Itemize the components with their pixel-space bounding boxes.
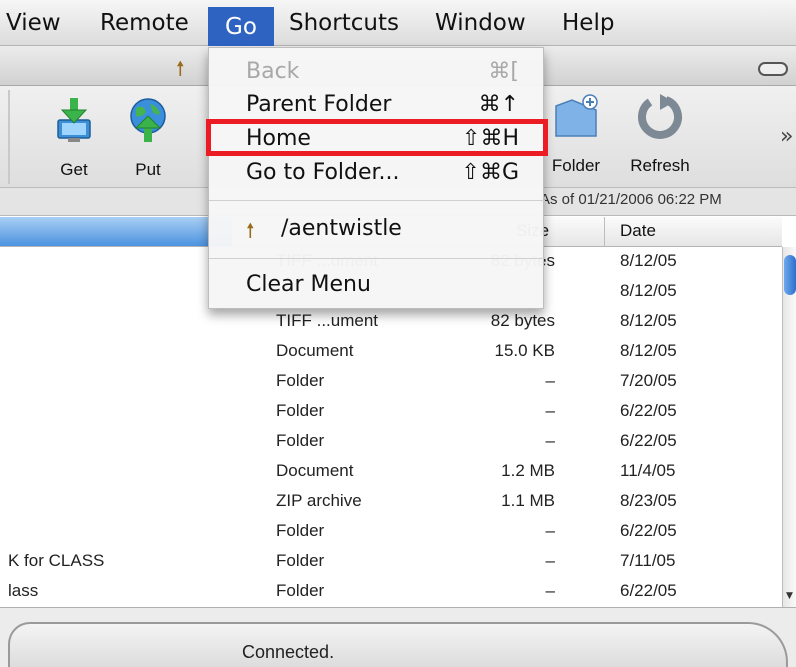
toolbar-group: Get Put — [8, 90, 193, 184]
table-row[interactable]: ZIP archive 1.1 MB 8/23/05 — [0, 487, 782, 517]
table-row[interactable]: Folder – 6/22/05 — [0, 427, 782, 457]
file-kind-cell: Folder — [276, 371, 325, 390]
file-date-cell: 11/4/05 — [620, 461, 676, 480]
table-row[interactable]: Document 1.2 MB 11/4/05 — [0, 457, 782, 487]
status-panel — [8, 622, 788, 667]
home-folder-icon: 🠕 — [176, 56, 185, 80]
table-row[interactable]: lass Folder – 6/22/05 — [0, 577, 782, 607]
new-folder-button-label: Folder — [551, 156, 601, 175]
file-name-cell: lass — [8, 581, 39, 600]
menu-item-back-shortcut: ⌘[ — [488, 59, 519, 84]
menu-item-back-label: Back — [246, 59, 300, 84]
put-button-label: Put — [135, 160, 161, 179]
menu-item-go-to-folder-label: Go to Folder... — [246, 160, 400, 185]
file-size-cell: – — [545, 551, 555, 570]
toolbar-overflow-icon[interactable]: » — [780, 124, 793, 149]
file-size-cell: 82 bytes — [490, 311, 555, 330]
file-name-cell: K for CLASS — [8, 551, 105, 570]
menu-item-recent-folder[interactable]: 🠕 /aentwistle — [209, 212, 545, 246]
file-kind-cell: Folder — [276, 521, 325, 540]
file-kind-cell: ZIP archive — [276, 491, 362, 510]
menu-help[interactable]: Help — [562, 9, 614, 45]
menu-go[interactable]: Go — [208, 7, 274, 48]
date-column-header[interactable]: Date — [620, 221, 656, 241]
table-row[interactable]: Folder – 7/20/05 — [0, 367, 782, 397]
new-folder-icon — [555, 94, 598, 137]
file-date-cell: 6/22/05 — [620, 581, 677, 600]
listing-timestamp: As of 01/21/2006 06:22 PM — [540, 191, 722, 208]
file-date-cell: 7/20/05 — [620, 371, 677, 390]
column-divider[interactable] — [604, 217, 605, 247]
status-bar: Connected. — [0, 607, 796, 667]
highlight-annotation — [206, 119, 548, 156]
file-kind-cell: Folder — [276, 431, 325, 450]
menu-view[interactable]: View — [6, 9, 61, 45]
menu-item-recent-folder-label: /aentwistle — [281, 216, 402, 241]
connection-status: Connected. — [242, 642, 335, 662]
toolbar-toggle-button[interactable] — [758, 62, 788, 76]
refresh-button[interactable]: Refresh — [622, 86, 698, 178]
file-date-cell: 8/23/05 — [620, 491, 677, 510]
menu-item-clear-menu-label: Clear Menu — [246, 272, 371, 297]
file-date-cell: 8/12/05 — [620, 281, 677, 300]
file-kind-cell: Folder — [276, 581, 325, 600]
home-folder-icon: 🠕 — [246, 218, 255, 242]
scrollbar-thumb[interactable] — [784, 255, 796, 295]
menu-item-parent-folder-label: Parent Folder — [246, 92, 392, 117]
file-kind-cell: Document — [276, 341, 354, 360]
get-button-label: Get — [60, 160, 88, 179]
file-size-cell: 15.0 KB — [494, 341, 556, 360]
file-size-cell: – — [545, 371, 555, 390]
file-date-cell: 7/11/05 — [620, 551, 676, 570]
file-date-cell: 8/12/05 — [620, 251, 677, 270]
file-date-cell: 8/12/05 — [620, 341, 677, 360]
vertical-scrollbar[interactable]: ▼ — [782, 247, 796, 607]
file-size-cell: – — [545, 401, 555, 420]
table-row[interactable]: Folder – 6/22/05 — [0, 397, 782, 427]
menu-item-back[interactable]: Back ⌘[ — [209, 55, 545, 89]
file-size-cell: 1.1 MB — [501, 491, 555, 510]
table-row[interactable]: Document 15.0 KB 8/12/05 — [0, 337, 782, 367]
table-row[interactable]: TIFF ...ument 82 bytes 8/12/05 — [0, 307, 782, 337]
file-date-cell: 6/22/05 — [620, 401, 677, 420]
put-button[interactable]: Put — [110, 90, 186, 182]
file-kind-cell: Folder — [276, 551, 325, 570]
file-kind-cell: TIFF ...ument — [276, 311, 379, 330]
menu-separator — [209, 258, 545, 259]
table-row[interactable]: K for CLASS Folder – 7/11/05 — [0, 547, 782, 577]
menu-item-go-to-folder[interactable]: Go to Folder... ⇧⌘G — [209, 156, 545, 190]
menu-window[interactable]: Window — [435, 9, 526, 45]
refresh-icon — [638, 94, 682, 139]
scroll-down-arrow-icon[interactable]: ▼ — [786, 591, 793, 601]
menu-item-clear-menu[interactable]: Clear Menu — [209, 268, 545, 302]
menu-item-parent-folder-shortcut: ⌘↑ — [478, 92, 519, 117]
file-size-cell: – — [545, 581, 555, 600]
new-folder-button[interactable]: Folder — [538, 86, 614, 178]
file-size-cell: – — [545, 431, 555, 450]
menu-separator — [209, 200, 545, 201]
file-size-cell: 1.2 MB — [501, 461, 555, 480]
globe-upload-icon — [130, 98, 166, 142]
menu-shortcuts[interactable]: Shortcuts — [289, 9, 399, 45]
get-button[interactable]: Get — [36, 90, 112, 182]
menu-item-go-to-folder-shortcut: ⇧⌘G — [461, 160, 519, 185]
menu-item-parent-folder[interactable]: Parent Folder ⌘↑ — [209, 88, 545, 122]
file-date-cell: 6/22/05 — [620, 521, 677, 540]
file-date-cell: 6/22/05 — [620, 431, 677, 450]
menu-bar: View Remote Go Shortcuts Window Help — [0, 0, 796, 48]
table-row[interactable]: Folder – 6/22/05 — [0, 517, 782, 547]
file-date-cell: 8/12/05 — [620, 311, 677, 330]
name-column-header[interactable] — [0, 217, 232, 246]
file-kind-cell: Document — [276, 461, 354, 480]
file-kind-cell: Folder — [276, 401, 325, 420]
go-menu-dropdown: Back ⌘[ Parent Folder ⌘↑ Home ⇧⌘H Go to … — [208, 47, 545, 309]
menu-remote[interactable]: Remote — [100, 9, 189, 45]
refresh-button-label: Refresh — [630, 156, 690, 175]
download-icon — [57, 98, 91, 142]
file-size-cell: – — [545, 521, 555, 540]
